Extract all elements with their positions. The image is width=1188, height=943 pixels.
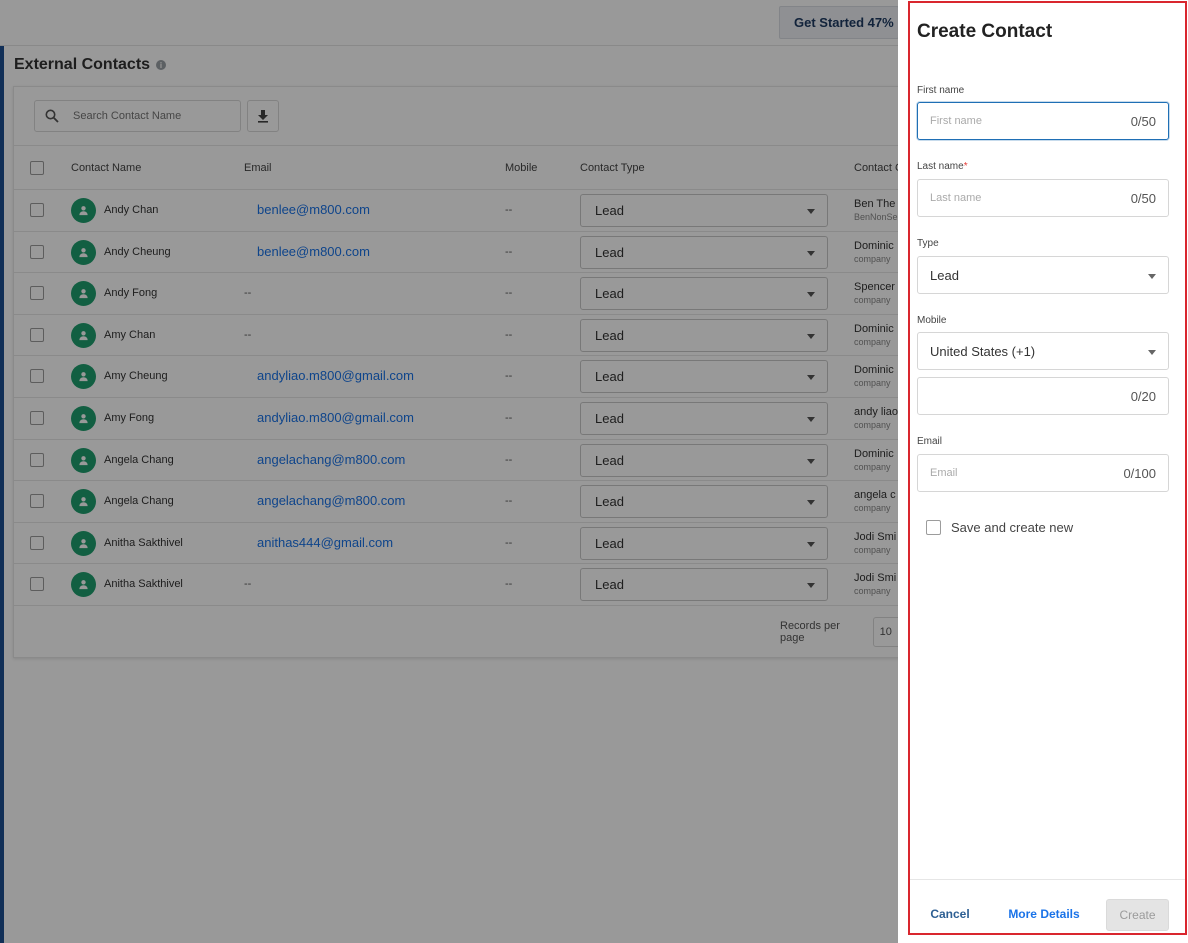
type-label: Type: [917, 238, 939, 249]
create-button[interactable]: Create: [1106, 899, 1169, 931]
cancel-button[interactable]: Cancel: [919, 899, 981, 929]
email-field[interactable]: 0/100: [917, 454, 1169, 492]
more-details-button[interactable]: More Details: [1000, 899, 1088, 929]
save-and-create-new[interactable]: Save and create new: [926, 520, 1073, 535]
last-name-counter: 0/50: [1130, 191, 1156, 206]
last-name-label: Last name*: [917, 161, 968, 172]
drawer-title: Create Contact: [917, 21, 1053, 42]
country-code-select[interactable]: United States (+1): [917, 332, 1169, 370]
last-name-field[interactable]: 0/50: [917, 179, 1169, 217]
save-and-create-new-checkbox[interactable]: [926, 520, 941, 535]
type-select[interactable]: Lead: [917, 256, 1169, 294]
type-select-value: Lead: [930, 267, 959, 283]
required-mark: *: [963, 161, 968, 172]
first-name-input[interactable]: [930, 115, 1100, 127]
mobile-label: Mobile: [917, 315, 947, 326]
last-name-label-text: Last name: [917, 161, 964, 172]
mobile-number-input[interactable]: [930, 390, 1100, 402]
chevron-down-icon: [1148, 350, 1156, 355]
mobile-number-field[interactable]: 0/20: [917, 377, 1169, 415]
first-name-field[interactable]: 0/50: [917, 102, 1169, 140]
drawer-footer-divider: [910, 879, 1185, 880]
save-and-create-new-label: Save and create new: [951, 520, 1074, 535]
email-label: Email: [917, 436, 943, 447]
email-counter: 0/100: [1123, 466, 1156, 481]
country-code-value: United States (+1): [930, 343, 1036, 359]
chevron-down-icon: [1148, 274, 1156, 279]
email-input[interactable]: [930, 467, 1100, 479]
last-name-input[interactable]: [930, 192, 1100, 204]
first-name-label: First name: [917, 85, 965, 96]
first-name-counter: 0/50: [1130, 114, 1156, 129]
modal-backdrop[interactable]: [0, 0, 898, 943]
mobile-counter: 0/20: [1130, 389, 1156, 404]
